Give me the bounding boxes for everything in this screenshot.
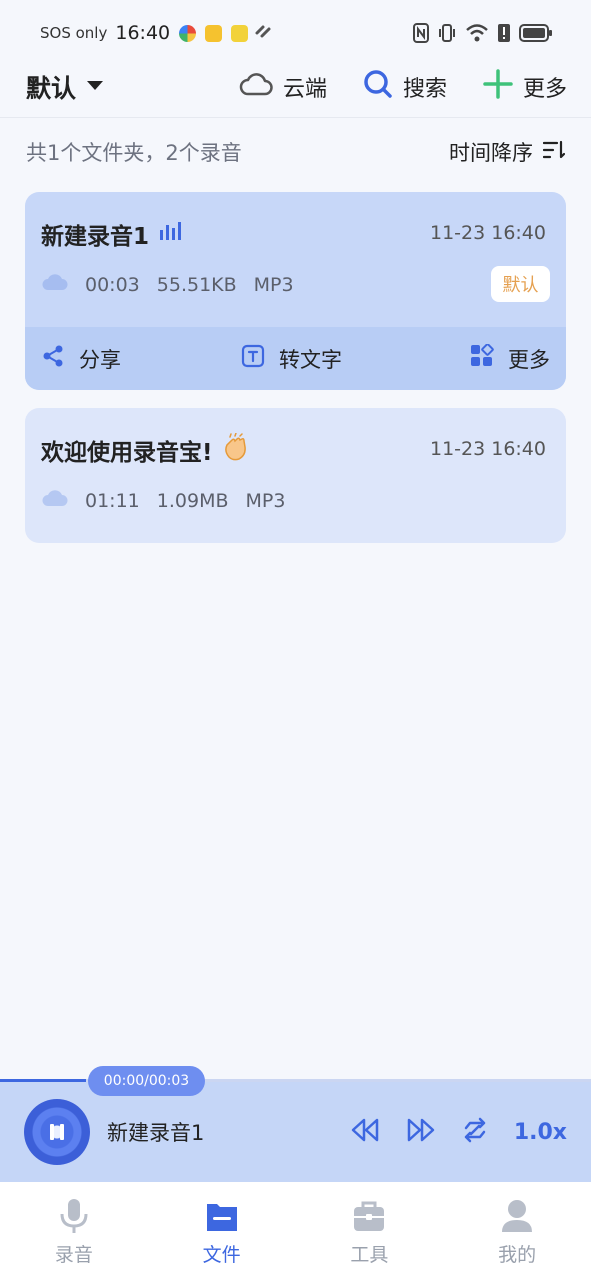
folder-title: 默认 (26, 73, 77, 103)
cloud-status-icon (41, 272, 69, 297)
alert-icon (497, 23, 511, 43)
notification-app-icon (254, 22, 272, 44)
plus-icon (483, 68, 513, 105)
nav-label: 我的 (498, 1244, 537, 1266)
notification-app-icon (231, 24, 249, 42)
recording-format: MP3 (253, 273, 294, 296)
nav-label: 录音 (54, 1244, 93, 1266)
text-icon (241, 344, 265, 373)
sort-button[interactable]: 时间降序 (449, 137, 566, 167)
nav-label: 文件 (202, 1244, 241, 1266)
recording-size: 1.09MB (156, 489, 229, 512)
share-label: 分享 (79, 347, 121, 372)
recording-actions: 分享 转文字 更多 (25, 327, 566, 390)
recording-meta: 01:11 1.09MB MP3 (41, 488, 302, 513)
summary-row: 共1个文件夹，2个录音 时间降序 (0, 128, 591, 176)
vibrate-icon (437, 23, 457, 43)
recording-date: 11-23 16:40 (429, 222, 546, 244)
folder-selector[interactable]: 默认 (26, 69, 104, 105)
recording-size: 55.51KB (156, 273, 237, 296)
recording-meta: 00:03 55.51KB MP3 (41, 272, 311, 297)
share-icon (41, 344, 65, 373)
sort-label: 时间降序 (449, 141, 533, 165)
recording-title-text: 欢迎使用录音宝! (41, 440, 213, 466)
nav-item-record[interactable]: 录音 (0, 1182, 148, 1280)
playing-bars-icon (159, 221, 182, 247)
caret-down-icon (86, 77, 104, 96)
recording-duration: 00:03 (85, 273, 140, 296)
search-icon (363, 69, 393, 105)
nav-item-tools[interactable]: 工具 (296, 1182, 444, 1280)
loop-button[interactable] (462, 1117, 488, 1147)
rewind-icon (351, 1118, 379, 1142)
share-button[interactable]: 分享 (41, 344, 241, 374)
nav-label: 工具 (350, 1244, 389, 1266)
fast-forward-icon (407, 1118, 435, 1142)
mini-player: 新建录音1 1.0x (0, 1082, 591, 1182)
nav-item-profile[interactable]: 我的 (443, 1182, 591, 1280)
app-header: 默认 云端 搜索 更多 (0, 56, 591, 118)
summary-text: 共1个文件夹，2个录音 (26, 141, 242, 165)
toolbox-icon (354, 1201, 385, 1231)
folder-icon (206, 1204, 237, 1231)
grid-more-icon (470, 343, 494, 373)
playback-time: 00:00/00:03 (88, 1066, 205, 1096)
recording-date: 11-23 16:40 (429, 438, 546, 460)
search-button[interactable]: 搜索 (363, 69, 447, 105)
recording-card[interactable]: 欢迎使用录音宝! 11-23 16:40 01:11 1.09MB MP3 (25, 408, 566, 543)
fast-forward-button[interactable] (406, 1117, 436, 1147)
notification-app-icon (205, 24, 223, 42)
rewind-button[interactable] (350, 1117, 380, 1147)
recording-title: 欢迎使用录音宝! (41, 432, 249, 467)
microphone-icon (60, 1199, 88, 1233)
bottom-navigation: 录音 文件 工具 我的 (0, 1182, 591, 1280)
recording-format: MP3 (245, 489, 286, 512)
recording-title: 新建录音1 (41, 217, 182, 251)
add-more-button[interactable]: 更多 (483, 68, 567, 105)
loop-icon (464, 1117, 486, 1143)
card-more-label: 更多 (508, 347, 550, 372)
card-more-button[interactable]: 更多 (470, 343, 550, 374)
transcribe-label: 转文字 (279, 347, 342, 372)
recording-duration: 01:11 (85, 489, 140, 512)
more-label: 更多 (522, 76, 567, 102)
sort-icon (542, 140, 566, 165)
transcribe-button[interactable]: 转文字 (241, 344, 465, 374)
wifi-icon (465, 23, 489, 43)
default-badge: 默认 (491, 266, 550, 302)
person-icon (502, 1200, 533, 1232)
player-track-title: 新建录音1 (107, 1121, 205, 1145)
nfc-icon (413, 23, 429, 43)
cloud-label: 云端 (282, 76, 327, 102)
clapping-hands-icon (223, 432, 249, 467)
nav-item-files[interactable]: 文件 (148, 1182, 296, 1280)
carrier-status: SOS only (40, 24, 108, 42)
notification-app-icon (179, 24, 197, 42)
cloud-button[interactable]: 云端 (239, 71, 327, 103)
status-time: 16:40 (115, 22, 171, 44)
playback-speed-button[interactable]: 1.0x (514, 1120, 567, 1145)
pause-icon (50, 1124, 64, 1140)
battery-icon (519, 23, 553, 43)
recording-card[interactable]: 新建录音1 11-23 16:40 00:03 55.51KB MP3 默认 分… (25, 192, 566, 390)
pause-button[interactable] (24, 1099, 90, 1165)
cloud-icon (239, 71, 273, 103)
search-label: 搜索 (402, 76, 447, 102)
cloud-status-icon (41, 488, 69, 513)
recording-title-text: 新建录音1 (41, 224, 150, 250)
